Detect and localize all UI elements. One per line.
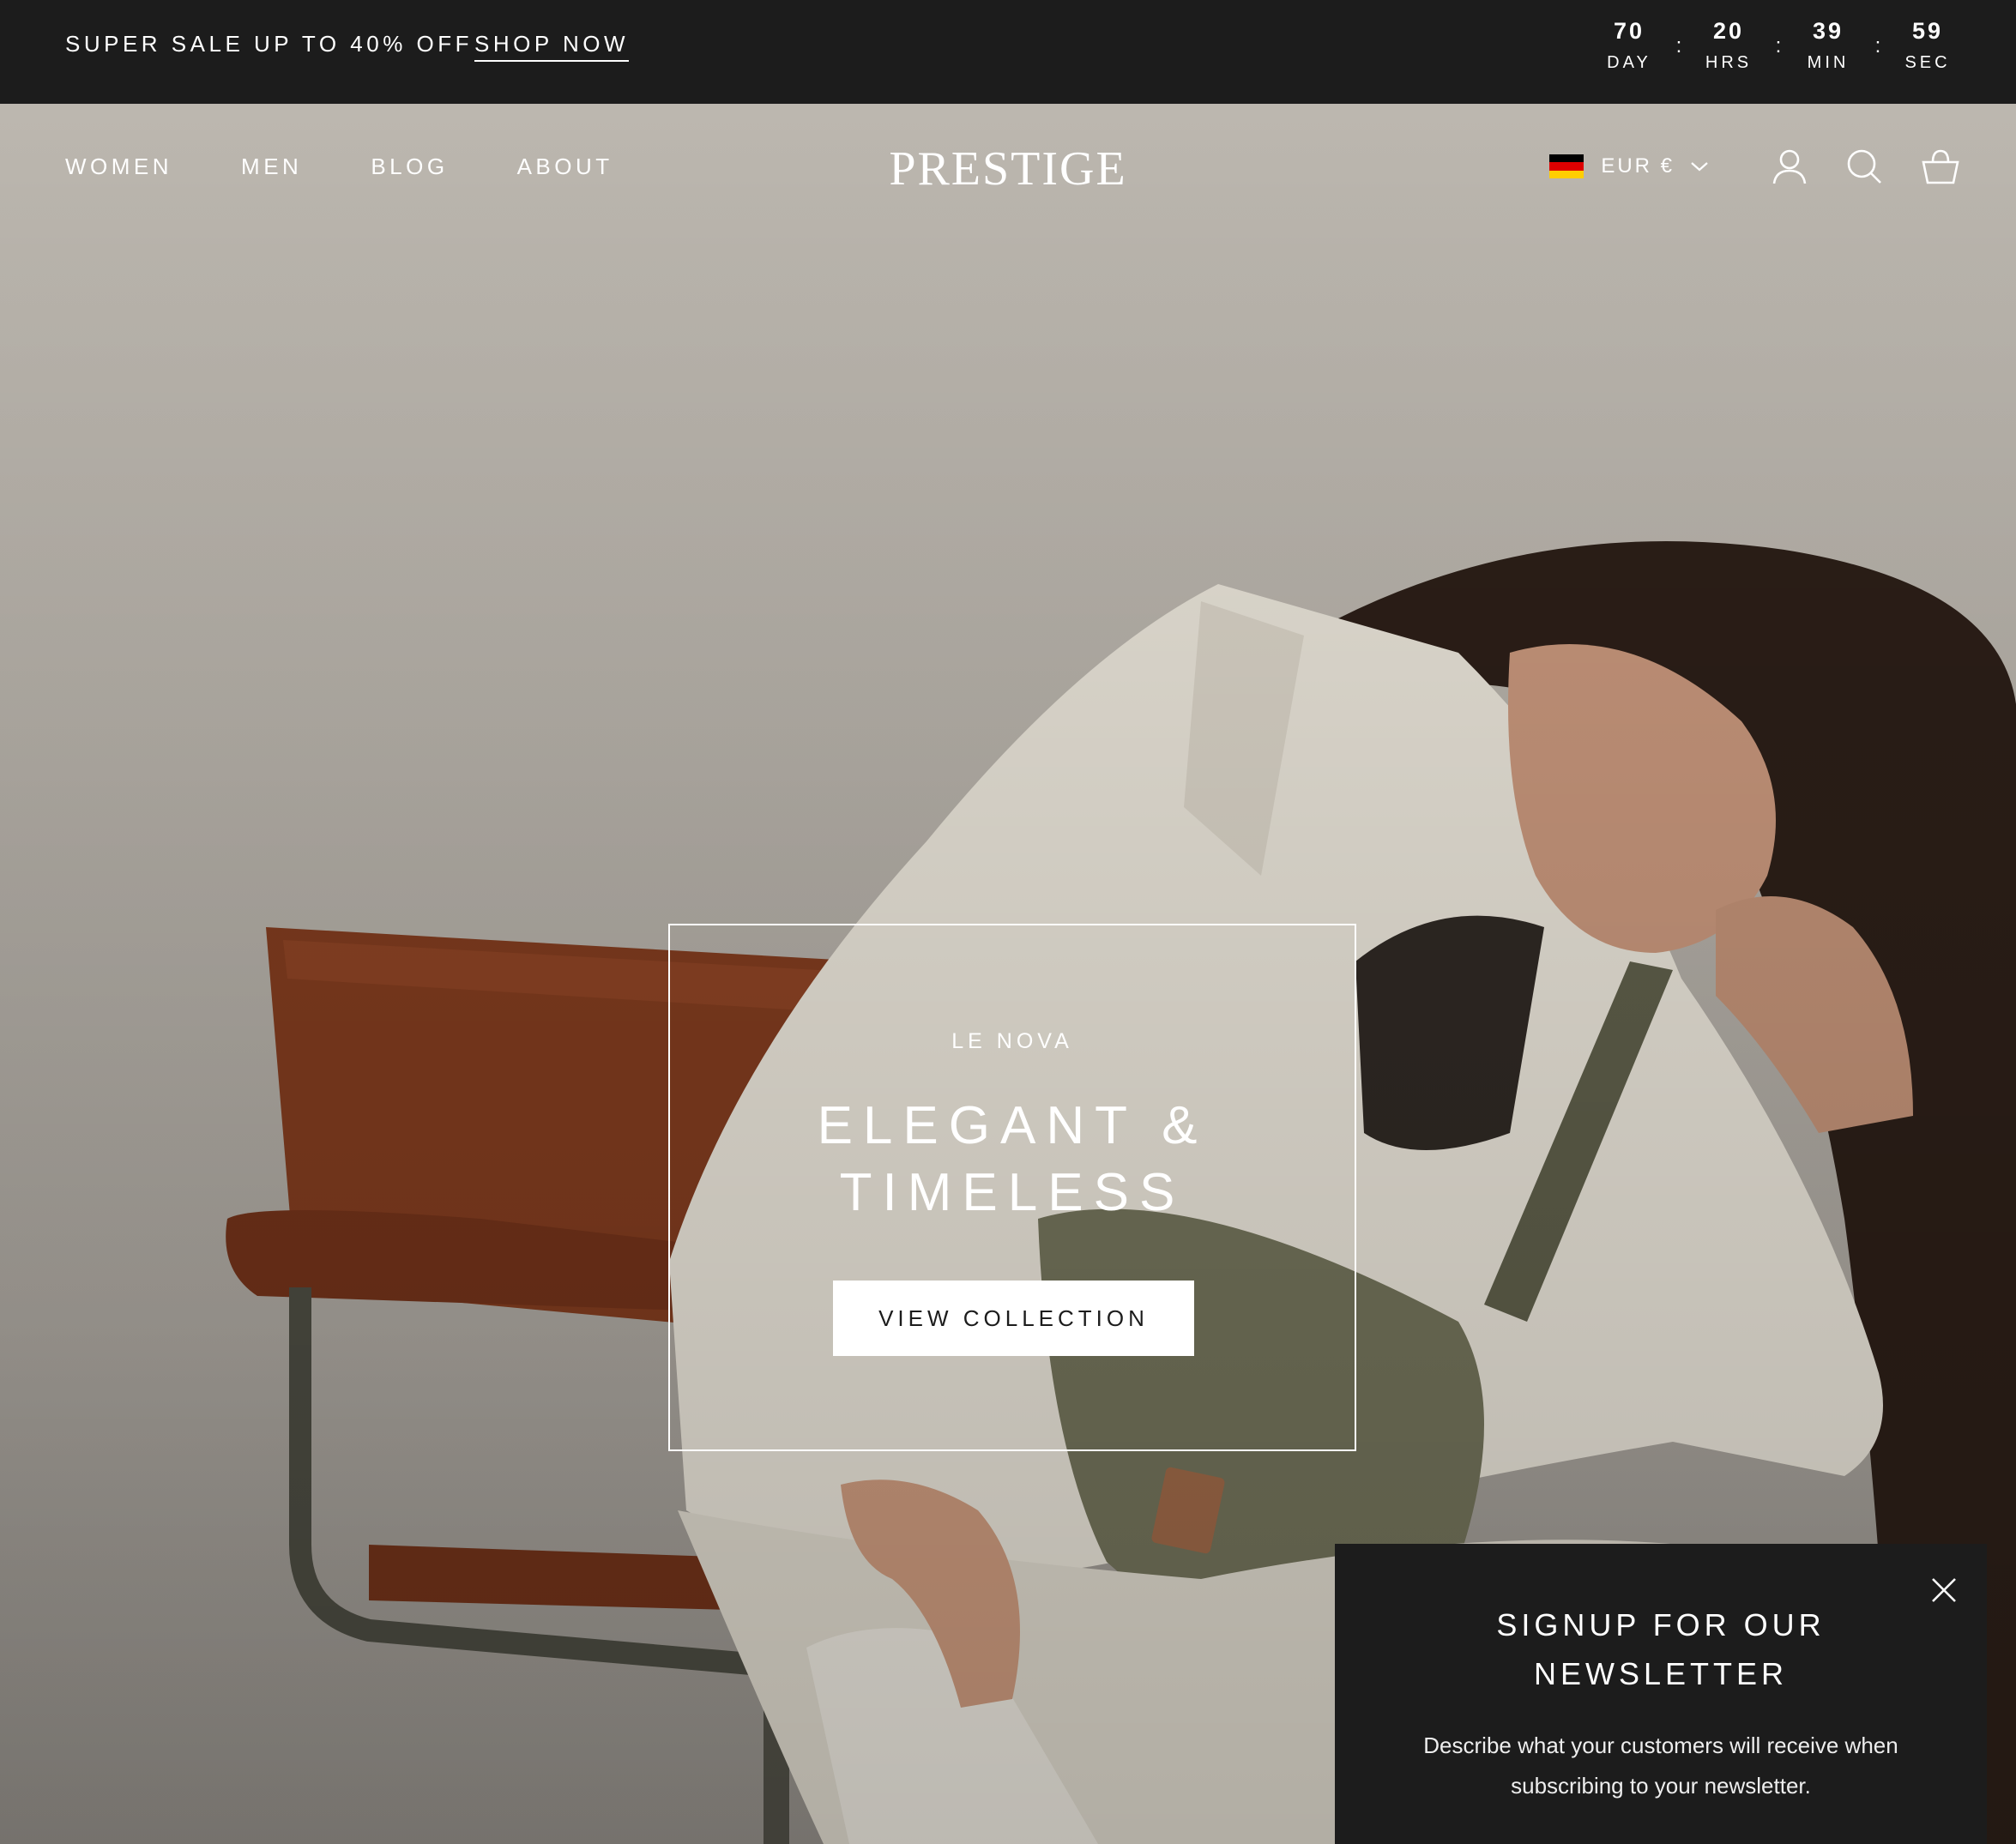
header-actions: EUR € (1549, 147, 1959, 186)
countdown-hours: 20 HRS (1697, 17, 1760, 74)
hero-title-line: ELEGANT & (817, 1096, 1208, 1155)
hero-title: ELEGANT & TIMELESS (670, 1093, 1355, 1226)
countdown-value: 20 (1712, 18, 1745, 44)
currency-label: EUR € (1601, 154, 1675, 178)
countdown-seconds: 59 SEC (1896, 17, 1959, 74)
newsletter-text-line: Describe what your customers will receiv… (1423, 1733, 1898, 1758)
newsletter-popup: SIGNUP FOR OUR NEWSLETTER Describe what … (1335, 1544, 1987, 1844)
hero-subtitle: LE NOVA (951, 1029, 1073, 1053)
countdown-label: DAY (1607, 53, 1651, 72)
hero-content-box: LE NOVA ELEGANT & TIMELESS VIEW COLLECTI… (668, 924, 1356, 1451)
hero-title-line: TIMELESS (839, 1163, 1186, 1222)
announcement-text: SUPER SALE UP TO 40% OFF (65, 31, 474, 57)
newsletter-text-line: subscribing to your newsletter. (1511, 1773, 1811, 1799)
countdown-label: SEC (1904, 53, 1951, 72)
account-icon[interactable] (1772, 148, 1807, 184)
currency-selector[interactable]: EUR € (1549, 154, 1709, 179)
countdown-days: 70 DAY (1597, 17, 1661, 74)
site-header: WOMEN MEN BLOG ABOUT PRESTIGE EUR € (0, 104, 2016, 232)
countdown-value: 59 (1911, 18, 1944, 44)
countdown-value: 39 (1812, 18, 1844, 44)
shop-now-link[interactable]: SHOP NOW (474, 31, 629, 62)
countdown-timer: 70 DAY : 20 HRS : 39 MIN : 59 SEC (1597, 17, 1959, 74)
countdown-separator: : (1675, 34, 1682, 57)
countdown-value: 70 (1613, 18, 1645, 44)
cart-icon[interactable] (1922, 148, 1959, 184)
newsletter-title-line: SIGNUP FOR OUR (1496, 1607, 1826, 1642)
chevron-down-icon (1690, 160, 1709, 172)
view-collection-button[interactable]: VIEW COLLECTION (833, 1281, 1194, 1356)
announcement-bar: SUPER SALE UP TO 40% OFF SHOP NOW 70 DAY… (0, 0, 2016, 104)
countdown-separator: : (1874, 34, 1881, 57)
countdown-label: MIN (1807, 53, 1850, 72)
de-flag-icon (1549, 154, 1584, 178)
countdown-label: HRS (1705, 53, 1753, 72)
newsletter-title: SIGNUP FOR OUR NEWSLETTER (1335, 1600, 1987, 1698)
newsletter-title-line: NEWSLETTER (1533, 1656, 1789, 1691)
countdown-minutes: 39 MIN (1796, 17, 1860, 74)
newsletter-description: Describe what your customers will receiv… (1386, 1726, 1935, 1806)
search-icon[interactable] (1846, 148, 1882, 184)
countdown-separator: : (1775, 34, 1782, 57)
